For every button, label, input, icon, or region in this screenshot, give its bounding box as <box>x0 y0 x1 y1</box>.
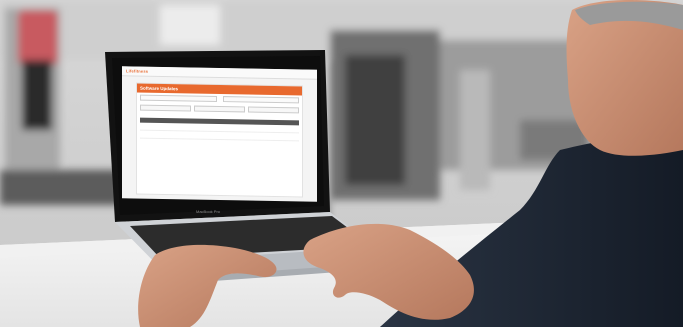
updates-panel: Software Updates <box>136 82 303 198</box>
option-button[interactable] <box>140 104 191 112</box>
photo-scene <box>0 0 683 327</box>
option-button[interactable] <box>248 106 299 114</box>
screen-top-bar: Lifefitness <box>122 66 317 80</box>
filter-field-2[interactable] <box>222 96 299 104</box>
option-button[interactable] <box>194 105 245 113</box>
filter-field-1[interactable] <box>140 94 217 102</box>
laptop-brand-label: MacBook Pro <box>196 209 221 214</box>
table-row[interactable] <box>140 130 299 142</box>
person-red-shirt <box>18 10 58 65</box>
laptop-screen: Lifefitness Software Updates <box>122 66 317 202</box>
brand-logo: Lifefitness <box>126 68 149 74</box>
panel-title: Software Updates <box>140 85 179 92</box>
